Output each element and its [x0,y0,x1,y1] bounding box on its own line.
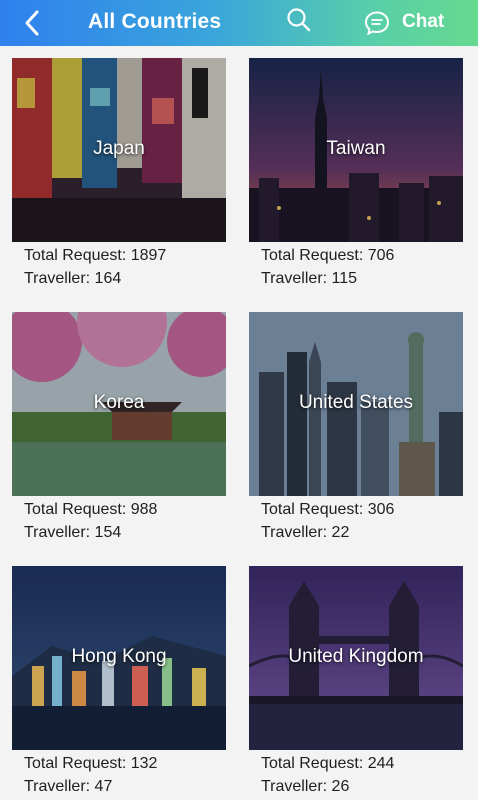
country-image-united-states: United States [249,312,463,496]
total-request-value: 1897 [130,247,167,264]
traveller-label: Traveller: [24,778,91,795]
total-request-label: Total Request: [24,501,127,518]
country-stats: Total Request: 988 Traveller: 154 [24,498,157,544]
country-stats: Total Request: 306 Traveller: 22 [261,498,394,544]
traveller-label: Traveller: [261,270,328,287]
search-button[interactable] [284,5,314,35]
total-request-value: 988 [130,501,158,518]
country-name: Hong Kong [71,646,167,667]
country-image-japan: Japan [12,58,226,242]
traveller-label: Traveller: [24,270,91,287]
country-name: Taiwan [326,138,386,159]
country-name: Japan [93,138,145,159]
chat-bubble-icon [364,11,390,36]
traveller-value: 154 [94,524,122,541]
traveller-value: 22 [331,524,350,541]
chat-button[interactable]: Chat [364,8,474,38]
chat-label: Chat [402,11,445,32]
traveller-label: Traveller: [261,778,328,795]
country-image-hong-kong: Hong Kong [12,566,226,750]
top-app-bar: All Countries Chat [0,0,478,46]
total-request-value: 132 [130,755,158,772]
country-image-united-kingdom: United Kingdom [249,566,463,750]
country-stats: Total Request: 132 Traveller: 47 [24,752,157,798]
country-stats: Total Request: 244 Traveller: 26 [261,752,394,798]
total-request-value: 706 [367,247,395,264]
total-request-label: Total Request: [24,755,127,772]
country-name: United Kingdom [288,646,424,667]
search-icon [287,8,311,32]
traveller-value: 26 [331,778,350,795]
total-request-label: Total Request: [261,247,364,264]
traveller-label: Traveller: [261,524,328,541]
total-request-value: 306 [367,501,395,518]
country-name: United States [298,392,414,413]
back-button[interactable] [18,8,48,38]
total-request-label: Total Request: [261,755,364,772]
traveller-value: 47 [94,778,113,795]
total-request-label: Total Request: [261,501,364,518]
traveller-label: Traveller: [24,524,91,541]
traveller-value: 115 [331,270,358,287]
page-title: All Countries [88,10,222,33]
country-stats: Total Request: 1897 Traveller: 164 [24,244,166,290]
country-name: Korea [93,392,145,413]
traveller-value: 164 [94,270,122,287]
country-image-taiwan: Taiwan [249,58,463,242]
total-request-value: 244 [367,755,395,772]
country-image-korea: Korea [12,312,226,496]
chevron-left-icon [25,10,39,36]
country-stats: Total Request: 706 Traveller: 115 [261,244,394,290]
total-request-label: Total Request: [24,247,127,264]
